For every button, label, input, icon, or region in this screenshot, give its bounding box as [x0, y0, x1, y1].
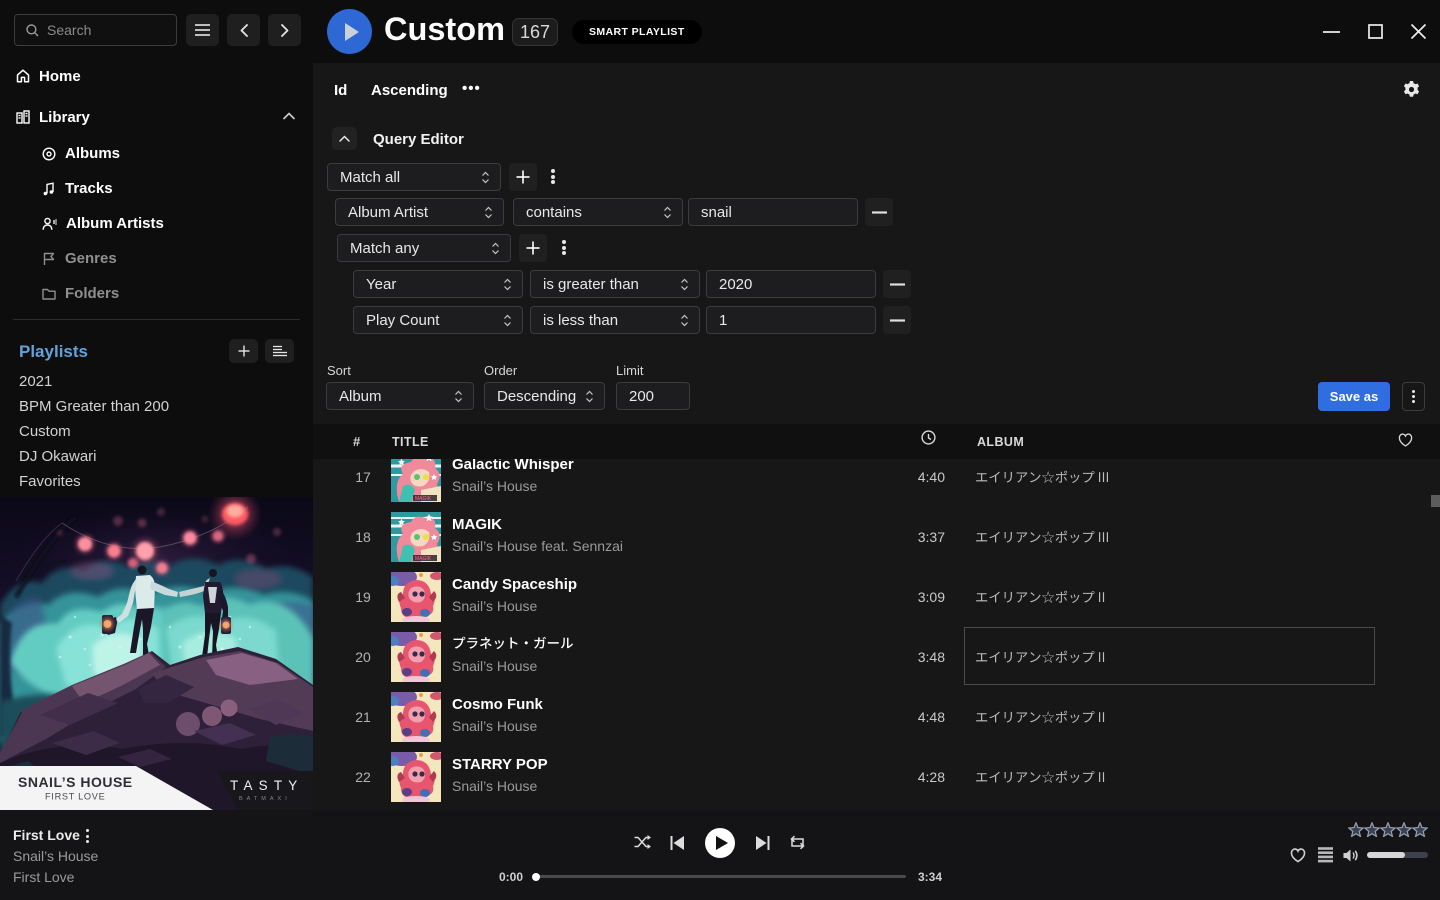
svg-text:FIRST LOVE: FIRST LOVE: [45, 792, 105, 802]
svg-text:TASTY: TASTY: [230, 778, 304, 793]
svg-text:SNAIL’S HOUSE: SNAIL’S HOUSE: [18, 774, 133, 790]
svg-text:BATMAXI: BATMAXI: [239, 796, 291, 802]
